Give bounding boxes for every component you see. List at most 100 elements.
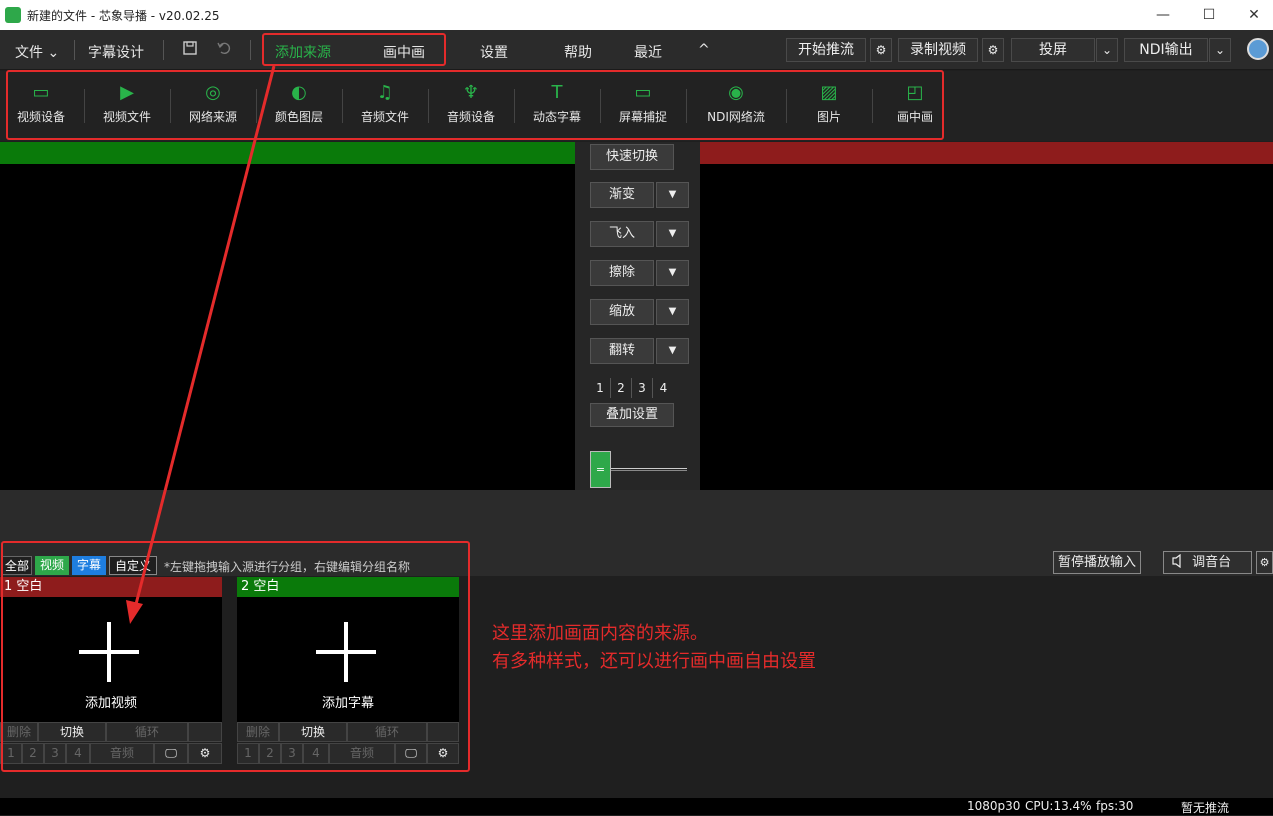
overlay-3-button[interactable]: 3 (281, 743, 303, 764)
chevron-down-icon[interactable]: ▼ (656, 182, 689, 208)
chevron-down-icon[interactable]: ▼ (656, 260, 689, 286)
monitor-icon[interactable]: 🖵 (395, 743, 427, 764)
gear-icon[interactable]: ⚙ (870, 38, 892, 62)
source-card-body[interactable]: 添加字幕 (237, 597, 459, 722)
switch-button[interactable]: 切换 (38, 722, 106, 742)
program-monitor[interactable] (700, 164, 1273, 490)
divider (256, 89, 257, 123)
loop-button[interactable]: 循环 (347, 722, 427, 742)
t-bar-handle[interactable]: = (590, 451, 611, 488)
overlay-4-button[interactable]: 4 (66, 743, 90, 764)
gear-icon[interactable]: ⚙ (982, 38, 1004, 62)
overlay-2-button[interactable]: 2 (22, 743, 44, 764)
overlay-3-button[interactable]: 3 (44, 743, 66, 764)
tab-subtitle[interactable]: 字幕 (72, 556, 106, 575)
chevron-down-icon[interactable]: ▼ (656, 299, 689, 325)
gear-icon[interactable]: ⚙ (1256, 551, 1273, 574)
transition-label[interactable]: 飞入 (590, 221, 654, 247)
source-card[interactable]: 2 空白 添加字幕 删除 切换 循环 1 2 3 4 音频 🖵 ⚙ (237, 577, 459, 765)
tool-pip[interactable]: ◰ 画中画 (884, 71, 946, 141)
divider (600, 89, 601, 123)
loop-button[interactable]: 循环 (106, 722, 188, 742)
overlay-1-button[interactable]: 1 (590, 378, 611, 398)
tool-dynamic-subtitle[interactable]: T 动态字幕 (526, 71, 588, 141)
menu-subtitle-design[interactable]: 字幕设计 (88, 42, 144, 62)
close-button[interactable]: ✕ (1244, 5, 1264, 25)
tool-video-device[interactable]: ▭ 视频设备 (10, 71, 72, 141)
tool-video-file[interactable]: ▶ 视频文件 (96, 71, 158, 141)
transition-label[interactable]: 擦除 (590, 260, 654, 286)
overlay-3-button[interactable]: 3 (632, 378, 653, 398)
menu-file[interactable]: 文件 ⌄ (15, 42, 59, 62)
overlay-2-button[interactable]: 2 (259, 743, 281, 764)
preview-monitor[interactable] (0, 164, 575, 490)
overlay-settings-button[interactable]: 叠加设置 (590, 403, 674, 427)
chevron-down-icon[interactable]: ▼ (656, 338, 689, 364)
tool-ndi-stream[interactable]: ◉ NDI网络流 (700, 71, 772, 141)
tool-network-source[interactable]: ◎ 网络来源 (182, 71, 244, 141)
tool-color-layer[interactable]: ◐ 颜色图层 (268, 71, 330, 141)
chevron-down-icon[interactable]: ▼ (656, 221, 689, 247)
tool-audio-file[interactable]: ♫ 音频文件 (354, 71, 416, 141)
mixer-button[interactable]: 调音台 (1163, 551, 1252, 574)
delete-button[interactable]: 删除 (237, 722, 279, 742)
delete-button[interactable]: 删除 (0, 722, 38, 742)
overlay-1-button[interactable]: 1 (0, 743, 22, 764)
transition-fly-in[interactable]: 飞入 ▼ (590, 221, 689, 247)
collapse-button[interactable]: ^ (698, 42, 710, 58)
user-avatar[interactable] (1247, 38, 1269, 60)
tool-image[interactable]: ▨ 图片 (798, 71, 860, 141)
overlay-4-button[interactable]: 4 (653, 378, 674, 398)
save-icon[interactable] (183, 41, 197, 59)
menu-recent[interactable]: 最近 (634, 42, 662, 62)
tool-label: 颜色图层 (274, 110, 323, 124)
monitor-icon[interactable]: 🖵 (154, 743, 188, 764)
audio-button[interactable]: 音频 (329, 743, 395, 764)
tab-video[interactable]: 视频 (35, 556, 69, 575)
tool-label: 音频文件 (360, 110, 409, 124)
menu-add-source[interactable]: 添加来源 (275, 42, 331, 62)
gear-icon[interactable]: ⚙ (188, 743, 222, 764)
pause-input-button[interactable]: 暂停播放输入 (1053, 551, 1141, 574)
undo-icon[interactable] (217, 41, 231, 59)
tab-custom[interactable]: 自定义 (109, 556, 157, 575)
record-video-button[interactable]: 录制视频 (898, 38, 978, 62)
source-card-body[interactable]: 添加视频 (0, 597, 222, 722)
tool-label: 视频设备 (16, 110, 65, 124)
maximize-button[interactable]: ☐ (1199, 5, 1219, 25)
tool-screen-capture[interactable]: ▭ 屏幕捕捉 (612, 71, 674, 141)
tab-all[interactable]: 全部 (2, 556, 32, 575)
plus-icon[interactable] (79, 622, 139, 682)
ndi-output-button[interactable]: NDI输出 (1124, 38, 1208, 62)
start-stream-button[interactable]: 开始推流 (786, 38, 866, 62)
overlay-4-button[interactable]: 4 (303, 743, 329, 764)
chevron-down-icon[interactable]: ⌄ (1096, 38, 1118, 62)
divider (872, 89, 873, 123)
preview-status-bar (0, 142, 575, 164)
divider (786, 89, 787, 123)
transition-label[interactable]: 翻转 (590, 338, 654, 364)
project-screen-button[interactable]: 投屏 (1011, 38, 1095, 62)
transition-label[interactable]: 渐变 (590, 182, 654, 208)
switch-button[interactable]: 切换 (279, 722, 347, 742)
transition-zoom[interactable]: 缩放 ▼ (590, 299, 689, 325)
source-card[interactable]: 1 空白 添加视频 删除 切换 循环 1 2 3 4 音频 🖵 ⚙ (0, 577, 222, 765)
menu-pip[interactable]: 画中画 (383, 42, 425, 62)
t-bar-track[interactable] (611, 468, 687, 471)
transition-fade[interactable]: 渐变 ▼ (590, 182, 689, 208)
transition-wipe[interactable]: 擦除 ▼ (590, 260, 689, 286)
tool-label: 动态字幕 (532, 110, 581, 124)
menu-settings[interactable]: 设置 (480, 42, 508, 62)
menu-help[interactable]: 帮助 (564, 42, 592, 62)
overlay-1-button[interactable]: 1 (237, 743, 259, 764)
chevron-down-icon[interactable]: ⌄ (1209, 38, 1231, 62)
plus-icon[interactable] (316, 622, 376, 682)
gear-icon[interactable]: ⚙ (427, 743, 459, 764)
transition-flip[interactable]: 翻转 ▼ (590, 338, 689, 364)
transition-label[interactable]: 缩放 (590, 299, 654, 325)
quick-switch-button[interactable]: 快速切换 (590, 144, 674, 170)
tool-audio-device[interactable]: ♆ 音频设备 (440, 71, 502, 141)
audio-button[interactable]: 音频 (90, 743, 154, 764)
overlay-2-button[interactable]: 2 (611, 378, 632, 398)
minimize-button[interactable]: — (1153, 5, 1173, 25)
